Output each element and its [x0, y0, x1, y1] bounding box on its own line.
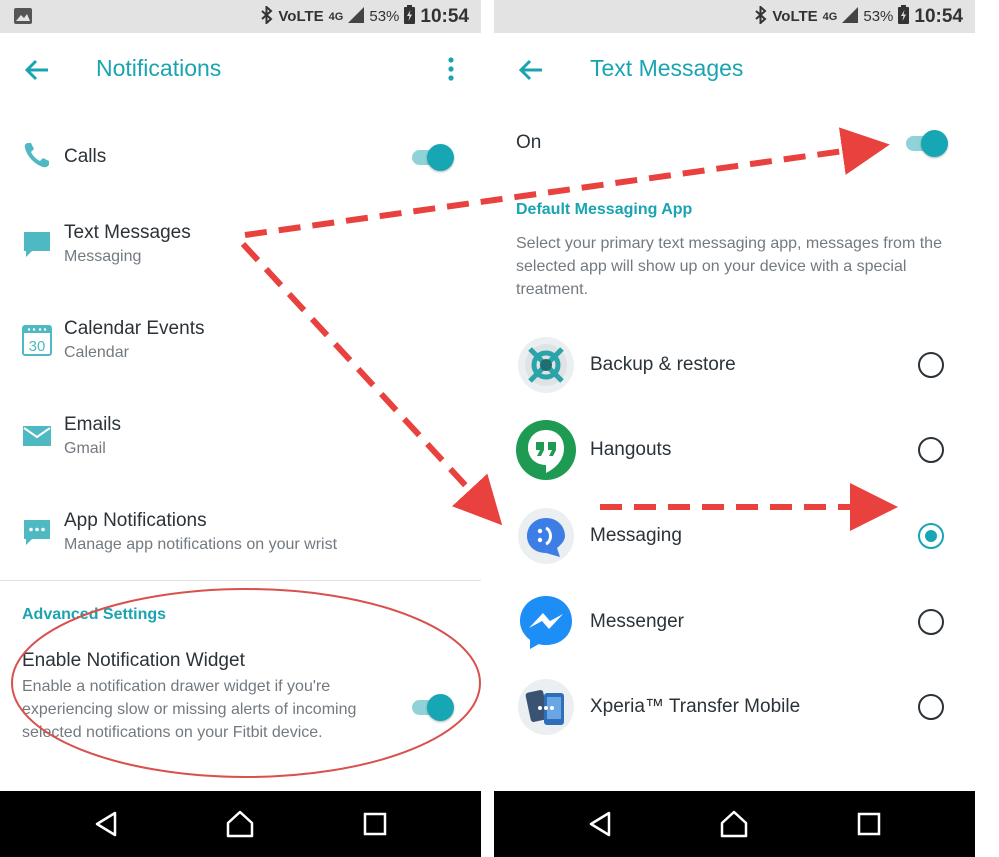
default-messaging-description: Select your primary text messaging app, …: [516, 235, 942, 298]
notification-item-calendar-events[interactable]: 30 Calendar Events Calendar: [0, 311, 481, 371]
arrow-left-icon: [24, 59, 48, 81]
nav-recents-button[interactable]: [854, 809, 884, 839]
notification-item-text-messages[interactable]: Text Messages Messaging: [0, 215, 481, 275]
back-button[interactable]: [516, 55, 546, 85]
notification-item-app-notifications[interactable]: App Notifications Manage app notificatio…: [0, 503, 481, 563]
item-title: App Notifications: [64, 510, 207, 531]
notification-widget-toggle[interactable]: [410, 692, 456, 722]
radio-hangouts[interactable]: [918, 437, 944, 463]
item-title: Calendar Events: [64, 318, 205, 339]
signal-icon: [842, 6, 859, 27]
app-name: Xperia™ Transfer Mobile: [590, 696, 801, 717]
default-messaging-heading: Default Messaging App: [516, 201, 693, 218]
item-subtitle: Gmail: [64, 440, 106, 457]
nav-back-button[interactable]: [92, 809, 122, 839]
item-subtitle: Manage app notifications on your wrist: [64, 536, 338, 553]
notification-item-calls[interactable]: Calls: [0, 130, 481, 184]
notifications-screen: VoLTE 4G 53% 10:54 Notifications Calls T…: [0, 0, 481, 857]
back-button[interactable]: [22, 55, 52, 85]
radio-messenger[interactable]: [918, 609, 944, 635]
home-icon: [226, 810, 254, 838]
battery-percent: 53%: [863, 8, 894, 25]
radio-messaging[interactable]: [918, 523, 944, 549]
notification-item-emails[interactable]: Emails Gmail: [0, 407, 481, 467]
network-type: 4G: [822, 10, 838, 23]
app-option-hangouts[interactable]: Hangouts: [494, 415, 975, 485]
app-bar: Text Messages: [494, 33, 975, 105]
navigation-bar: [0, 791, 481, 857]
mail-icon: [22, 421, 52, 451]
item-subtitle: Messaging: [64, 248, 142, 265]
home-icon: [720, 810, 748, 838]
nav-back-button[interactable]: [586, 809, 616, 839]
hangouts-icon: [516, 420, 576, 480]
battery-charging-icon: [898, 5, 910, 28]
status-bar: VoLTE 4G 53% 10:54: [494, 0, 975, 33]
widget-description: Enable a notification drawer widget if y…: [22, 678, 357, 741]
navigation-bar: [494, 791, 975, 857]
bluetooth-icon: [261, 4, 273, 28]
square-recents-icon: [363, 812, 387, 836]
divider: [0, 580, 481, 581]
nav-recents-button[interactable]: [360, 809, 390, 839]
app-option-messenger[interactable]: Messenger: [494, 587, 975, 657]
bluetooth-icon: [755, 4, 767, 28]
nav-home-button[interactable]: [225, 809, 255, 839]
chat-dots-icon: [22, 517, 52, 547]
battery-charging-icon: [404, 5, 416, 28]
image-notification-icon: [14, 8, 32, 29]
triangle-back-icon: [589, 811, 611, 837]
battery-percent: 53%: [369, 8, 400, 25]
widget-title: Enable Notification Widget: [22, 650, 245, 671]
clock: 10:54: [914, 5, 963, 27]
calendar-icon-day: 30: [29, 338, 46, 355]
clock: 10:54: [420, 5, 469, 27]
app-name: Hangouts: [590, 439, 672, 460]
calls-toggle[interactable]: [410, 142, 456, 172]
radio-xperia-transfer[interactable]: [918, 694, 944, 720]
phone-icon: [22, 140, 52, 170]
text-messages-screen: VoLTE 4G 53% 10:54 Text Messages On Defa…: [494, 0, 975, 857]
chat-bubble-icon: [22, 229, 52, 259]
messaging-icon: [516, 506, 576, 566]
screenshot-gap: [481, 0, 494, 857]
page-title: Text Messages: [590, 55, 744, 81]
xperia-transfer-icon: [516, 677, 576, 737]
volte-indicator: VoLTE: [278, 8, 324, 25]
signal-icon: [348, 6, 365, 27]
more-vertical-icon: [448, 57, 454, 81]
nav-home-button[interactable]: [719, 809, 749, 839]
on-label: On: [516, 132, 542, 153]
app-option-messaging[interactable]: Messaging: [494, 501, 975, 571]
triangle-back-icon: [95, 811, 117, 837]
calendar-icon: 30: [22, 324, 52, 356]
text-messages-toggle[interactable]: [904, 128, 950, 158]
radio-backup-restore[interactable]: [918, 352, 944, 378]
volte-indicator: VoLTE: [772, 8, 818, 25]
advanced-settings-heading: Advanced Settings: [22, 606, 167, 623]
app-name: Backup & restore: [590, 354, 736, 375]
messenger-icon: [516, 592, 576, 652]
item-subtitle: Calendar: [64, 344, 129, 361]
network-type: 4G: [328, 10, 344, 23]
square-recents-icon: [857, 812, 881, 836]
app-option-backup-restore[interactable]: Backup & restore: [494, 330, 975, 400]
app-name: Messaging: [590, 525, 682, 546]
backup-restore-icon: [516, 335, 576, 395]
item-title: Text Messages: [64, 222, 191, 243]
app-bar: Notifications: [0, 33, 481, 105]
overflow-menu-button[interactable]: [438, 55, 464, 85]
arrow-left-icon: [518, 59, 542, 81]
status-bar: VoLTE 4G 53% 10:54: [0, 0, 481, 33]
app-name: Messenger: [590, 611, 684, 632]
app-option-xperia-transfer[interactable]: Xperia™ Transfer Mobile: [494, 672, 975, 742]
item-title: Emails: [64, 414, 122, 435]
item-title: Calls: [64, 146, 107, 167]
page-title: Notifications: [96, 55, 222, 81]
